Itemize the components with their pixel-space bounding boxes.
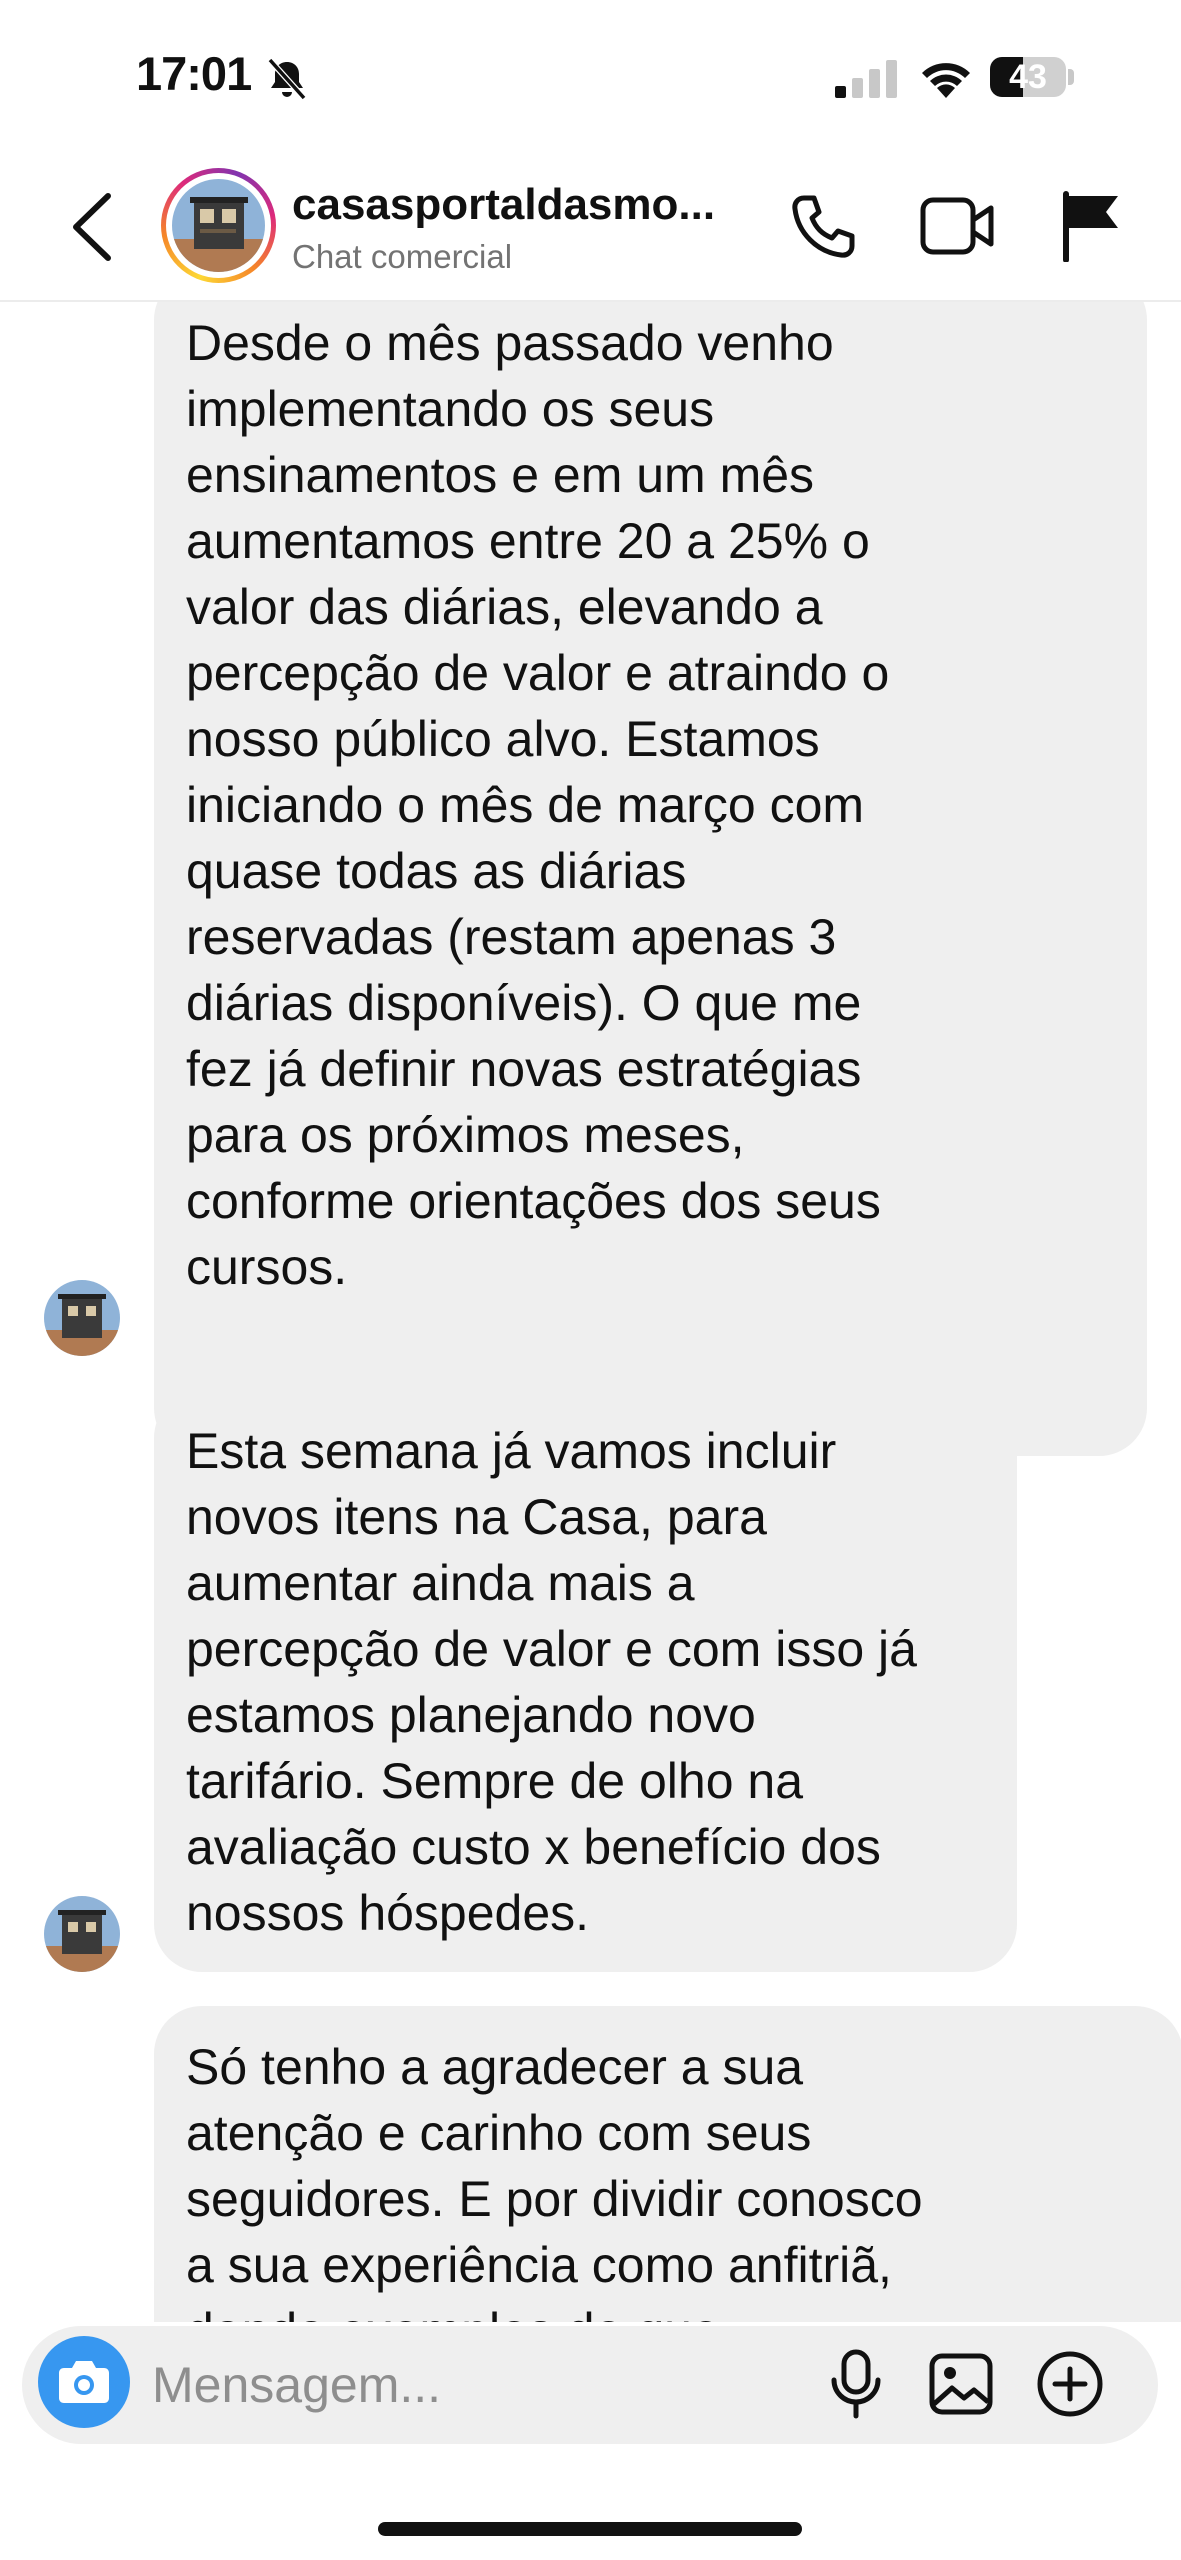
- contact-avatar[interactable]: [161, 168, 276, 283]
- message-bubble[interactable]: Só tenho a agradecer a sua atenção e car…: [154, 2006, 1181, 2322]
- sender-avatar[interactable]: [44, 1896, 120, 1972]
- contact-avatar-photo: [172, 179, 265, 272]
- battery-indicator: 43: [990, 57, 1066, 97]
- message-text: Só tenho a agradecer a sua atenção e car…: [186, 2039, 923, 2322]
- wifi-icon: [922, 63, 970, 98]
- bell-muted-icon: [267, 57, 307, 101]
- sender-avatar[interactable]: [44, 1280, 120, 1356]
- microphone-icon[interactable]: [826, 2348, 886, 2420]
- message-bubble[interactable]: Desde o mês passado venho implementando …: [154, 302, 1147, 1456]
- status-time: 17:01: [136, 47, 252, 100]
- contact-name[interactable]: casasportaldasmo...: [292, 180, 752, 230]
- message-thread[interactable]: Desde o mês passado venho implementando …: [0, 302, 1181, 2322]
- phone-icon[interactable]: [788, 192, 858, 262]
- gallery-icon[interactable]: [928, 2352, 994, 2416]
- contact-subtitle: Chat comercial: [292, 238, 513, 275]
- message-text: Desde o mês passado venho implementando …: [186, 315, 890, 1295]
- message-bubble[interactable]: Esta semana já vamos incluir novos itens…: [154, 1390, 1017, 1972]
- battery-percentage: 43: [1009, 58, 1047, 96]
- battery-cap: [1068, 69, 1074, 85]
- plus-icon[interactable]: [1036, 2350, 1104, 2418]
- flag-icon[interactable]: [1060, 190, 1122, 262]
- message-input[interactable]: [152, 2350, 792, 2420]
- back-icon[interactable]: [70, 192, 114, 262]
- home-indicator[interactable]: [378, 2522, 802, 2536]
- camera-icon: [59, 2361, 109, 2403]
- message-text: Esta semana já vamos incluir novos itens…: [186, 1423, 917, 1941]
- video-camera-icon[interactable]: [920, 194, 994, 258]
- camera-button[interactable]: [38, 2336, 130, 2428]
- cellular-signal-icon: [835, 60, 897, 98]
